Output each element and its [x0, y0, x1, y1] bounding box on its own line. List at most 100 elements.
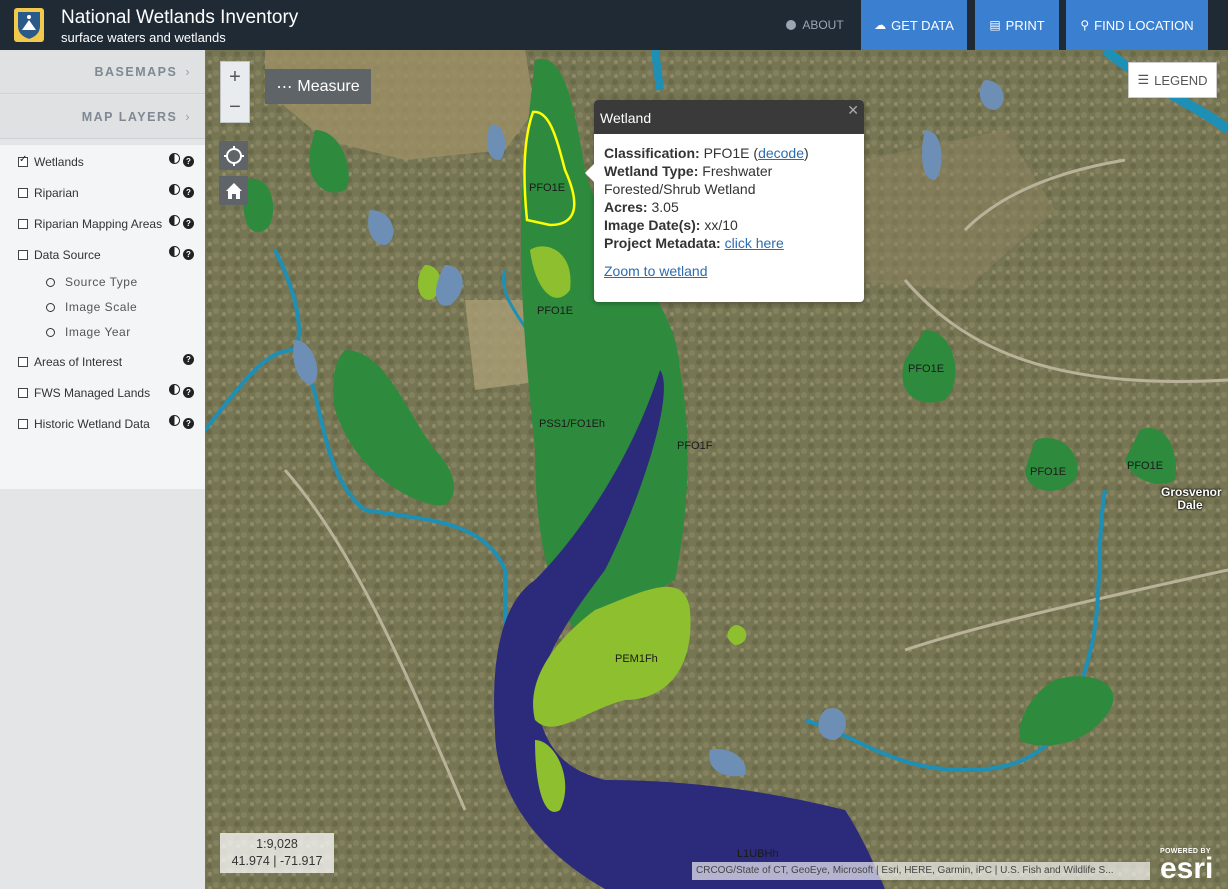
opacity-icon[interactable] — [169, 184, 180, 195]
print-button[interactable]: ▤ PRINT — [975, 0, 1059, 50]
layer-label: FWS Managed Lands — [34, 386, 151, 400]
map-layers-label: MAP LAYERS — [81, 109, 178, 124]
checkbox-icon[interactable] — [18, 357, 28, 367]
layer-label: Riparian — [34, 186, 79, 200]
classification-value: PFO1E — [703, 145, 750, 161]
layer-list: Wetlands ? Riparian ? Riparian Mapping A… — [0, 145, 205, 489]
project-metadata-label: Project Metadata: — [604, 235, 721, 251]
image-date-value: xx/10 — [704, 217, 738, 233]
popup-title: Wetland — [594, 100, 864, 134]
zoom-to-wetland-link[interactable]: Zoom to wetland — [604, 263, 708, 279]
layer-wetlands-actions: ? — [166, 153, 194, 167]
classification-label: Classification: — [604, 145, 700, 161]
checkbox-icon[interactable] — [18, 188, 28, 198]
info-icon[interactable]: ? — [183, 156, 194, 167]
radio-icon[interactable] — [46, 327, 55, 337]
project-metadata-link[interactable]: click here — [725, 235, 784, 251]
layer-historic-wetland-data-actions: ? — [166, 415, 194, 429]
measure-label: Measure — [297, 77, 360, 95]
option-image-scale[interactable]: Image Scale — [46, 300, 137, 314]
info-icon[interactable]: ? — [183, 387, 194, 398]
wetland-label: PSS1/FO1Eh — [539, 418, 606, 430]
layer-fws-managed-lands[interactable]: FWS Managed Lands — [18, 386, 150, 400]
layer-label: Wetlands — [34, 155, 84, 169]
list-icon: ☰ — [1137, 72, 1150, 87]
legend-button[interactable]: ☰ LEGEND — [1128, 62, 1217, 98]
layer-fws-managed-lands-actions: ? — [166, 384, 194, 398]
layer-wetlands[interactable]: Wetlands — [18, 154, 84, 169]
info-icon[interactable]: ? — [183, 354, 194, 365]
option-label: Image Scale — [65, 300, 138, 314]
checkbox-icon[interactable] — [18, 154, 28, 167]
home-button[interactable] — [219, 176, 248, 205]
wetland-label: PFO1E — [529, 182, 566, 194]
cloud-download-icon: ☁ — [874, 18, 887, 32]
wetland-label: PFO1E — [908, 363, 945, 375]
search-icon: ⚲ — [1080, 18, 1090, 32]
opacity-icon[interactable] — [169, 246, 180, 257]
checkbox-icon[interactable] — [18, 250, 28, 260]
layer-riparian[interactable]: Riparian — [18, 186, 79, 200]
layer-historic-wetland-data[interactable]: Historic Wetland Data — [18, 417, 150, 431]
get-data-button[interactable]: ☁ GET DATA — [861, 0, 967, 50]
locate-button[interactable] — [219, 141, 248, 170]
checkbox-icon[interactable] — [18, 219, 28, 229]
map-layers-toggle[interactable]: MAP LAYERS › — [0, 95, 205, 139]
decode-link[interactable]: decode — [758, 145, 804, 161]
layer-label: Data Source — [34, 248, 101, 262]
checkbox-icon[interactable] — [18, 388, 28, 398]
about-link[interactable]: ABOUT — [776, 0, 854, 50]
acres-value: 3.05 — [651, 199, 679, 215]
app-subtitle: surface waters and wetlands — [61, 30, 226, 45]
measure-button[interactable]: ⋯ Measure — [265, 69, 371, 104]
wetland-label: PFO1E — [537, 305, 574, 317]
print-label: PRINT — [1005, 17, 1045, 33]
esri-logo[interactable]: POWERED BY esri — [1160, 848, 1222, 884]
opacity-icon[interactable] — [169, 153, 180, 164]
basemaps-toggle[interactable]: BASEMAPS › — [0, 50, 205, 94]
zoom-out-button[interactable]: − — [221, 92, 249, 122]
about-label: ABOUT — [802, 18, 844, 32]
opacity-icon[interactable] — [169, 384, 180, 395]
info-icon[interactable]: ? — [183, 249, 194, 260]
home-icon — [225, 182, 242, 199]
option-image-year[interactable]: Image Year — [46, 325, 131, 339]
fws-shield-icon[interactable] — [14, 8, 44, 42]
find-location-label: FIND LOCATION — [1094, 17, 1194, 33]
option-label: Image Year — [65, 325, 131, 339]
attribution[interactable]: CRCOG/State of CT, GeoEye, Microsoft | E… — [692, 862, 1150, 880]
layer-riparian-actions: ? — [166, 184, 194, 198]
printer-icon: ▤ — [989, 18, 1001, 32]
radio-icon[interactable] — [46, 277, 55, 287]
popup-pointer — [585, 164, 594, 182]
wetland-label: PEM1Fh — [615, 653, 658, 665]
legend-label: LEGEND — [1154, 72, 1208, 88]
layer-riparian-mapping-areas[interactable]: Riparian Mapping Areas — [18, 217, 162, 231]
opacity-icon[interactable] — [169, 215, 180, 226]
checkbox-icon[interactable] — [18, 419, 28, 429]
layer-areas-of-interest[interactable]: Areas of Interest — [18, 355, 122, 369]
info-icon[interactable]: ? — [183, 187, 194, 198]
chevron-right-icon: › — [185, 64, 191, 79]
close-icon[interactable]: ✕ — [847, 102, 859, 119]
radio-icon[interactable] — [46, 302, 55, 312]
info-icon[interactable]: ? — [183, 218, 194, 229]
option-source-type[interactable]: Source Type — [46, 275, 138, 289]
layer-riparian-mapping-areas-actions: ? — [166, 215, 194, 229]
wetland-type-label: Wetland Type: — [604, 163, 699, 179]
opacity-icon[interactable] — [169, 415, 180, 426]
find-location-button[interactable]: ⚲ FIND LOCATION — [1066, 0, 1208, 50]
layer-data-source[interactable]: Data Source — [18, 248, 101, 262]
popup-body: Classification: PFO1E (decode) Wetland T… — [604, 145, 809, 279]
wetland-label: PFO1F — [677, 440, 713, 452]
place-label: Grosvenor Dale — [1161, 485, 1222, 512]
esri-wordmark: esri — [1160, 852, 1214, 885]
acres-label: Acres: — [604, 199, 648, 215]
zoom-in-button[interactable]: + — [221, 62, 249, 92]
scale-value: 1:9,028 — [256, 837, 298, 851]
layer-areas-of-interest-actions: ? — [180, 353, 194, 365]
basemaps-label: BASEMAPS — [94, 64, 178, 79]
layer-label: Areas of Interest — [34, 355, 123, 369]
sidebar: BASEMAPS › MAP LAYERS › Wetlands ? Ripar… — [0, 50, 206, 889]
info-icon[interactable]: ? — [183, 418, 194, 429]
